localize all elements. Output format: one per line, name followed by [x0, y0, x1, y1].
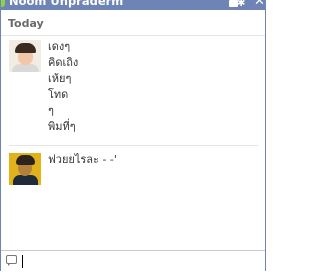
message-separator: [9, 145, 258, 146]
message-composer: [1, 250, 265, 271]
chat-titlebar[interactable]: Noom Unpraderm ✱ ✕: [1, 0, 265, 10]
message-lines: ฟวยยไรละ - -': [48, 152, 117, 168]
text-caret: [22, 255, 23, 268]
message-line: โทด: [48, 88, 69, 101]
chat-window: Noom Unpraderm ✱ ✕ Today เดงๆ คิดเถิง เห…: [0, 0, 266, 271]
message-input[interactable]: [20, 253, 260, 267]
close-icon[interactable]: ✕: [254, 0, 265, 8]
self-avatar[interactable]: [9, 153, 41, 185]
message-line: ฟวยยไรละ - -': [48, 153, 117, 166]
message-line: พิมที่ๆ: [48, 120, 76, 133]
message-line: เดงๆ: [48, 40, 71, 53]
message-line: เห้ยๆ: [48, 72, 72, 85]
chat-bubble-icon: [6, 255, 17, 266]
friend-avatar[interactable]: [9, 40, 41, 72]
day-divider: Today: [1, 10, 265, 36]
message-line: คิดเถิง: [48, 56, 79, 69]
online-status-icon: [1, 0, 5, 7]
contact-name[interactable]: Noom Unpraderm: [9, 0, 123, 8]
message-line: ๆ: [48, 104, 54, 117]
gear-icon[interactable]: ✱: [237, 0, 245, 9]
message-lines: เดงๆ คิดเถิง เห้ยๆ โทด ๆ พิมที่ๆ: [48, 39, 78, 135]
day-label: Today: [8, 17, 44, 30]
